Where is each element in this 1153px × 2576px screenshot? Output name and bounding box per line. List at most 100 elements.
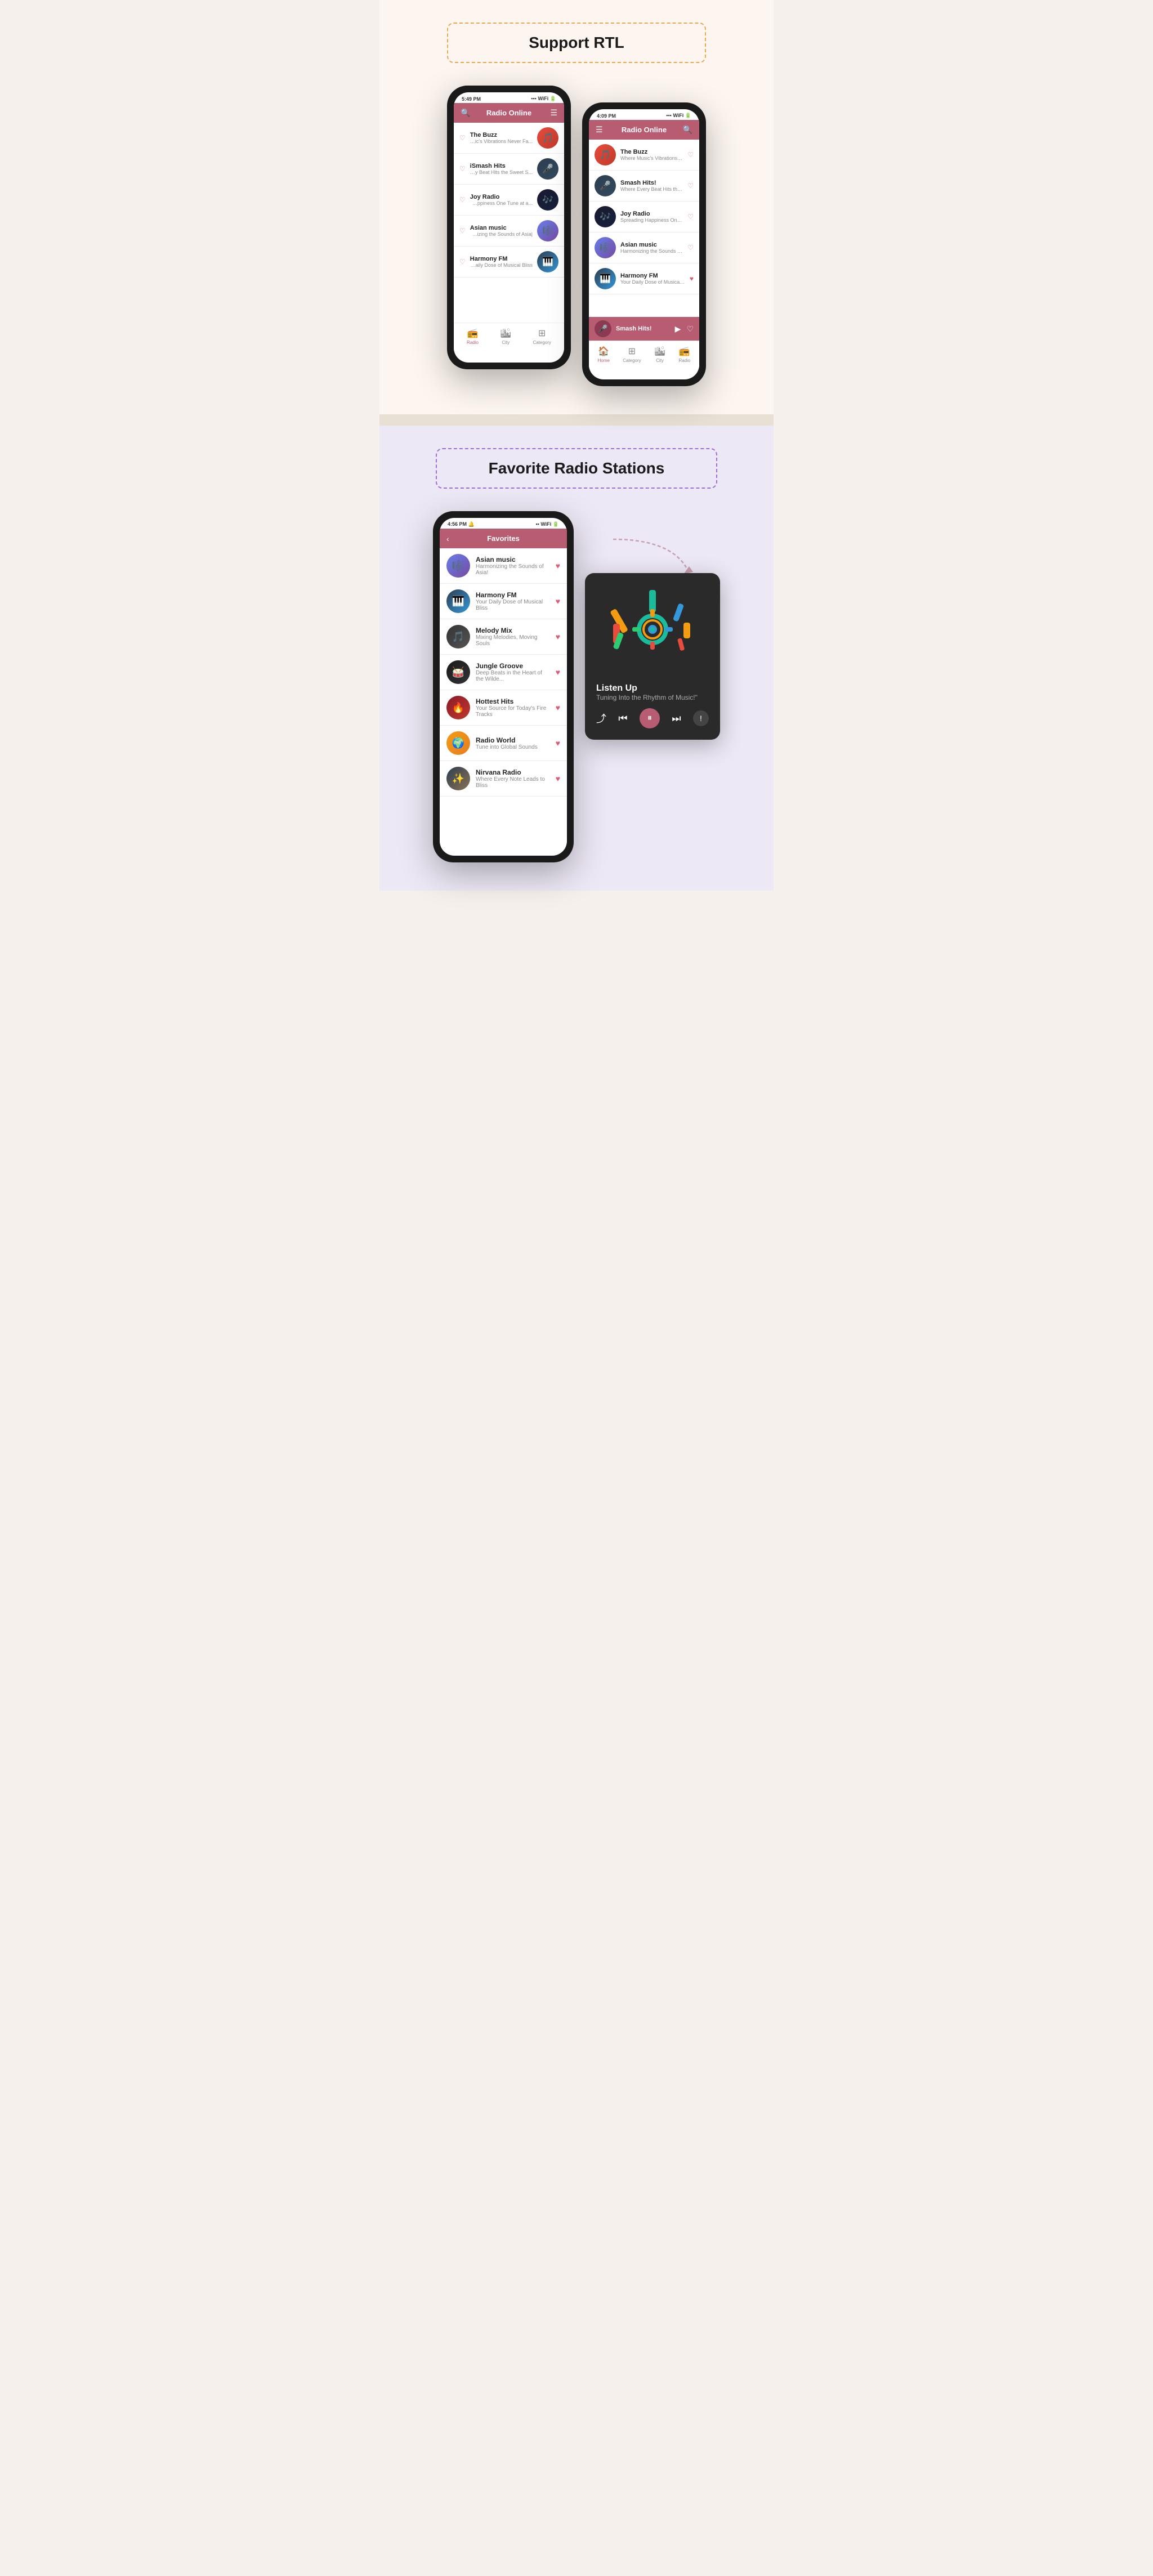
nav-category-2[interactable]: ⊞ Category [623, 346, 641, 363]
phones-container: 5:49 PM ▪▪▪ WiFi 🔋 🔍 Radio Online ☰ ♡ Th… [391, 86, 762, 386]
phone-2-header: ☰ Radio Online 🔍 [589, 120, 699, 140]
rtl-title-box: Support RTL [447, 23, 706, 63]
radio-nav-icon: 📻 [467, 328, 479, 339]
heart-icon[interactable]: ♥ [556, 703, 560, 712]
heart-icon[interactable]: ♡ [687, 151, 694, 159]
fav-item[interactable]: 🎹 Harmony FM Your Daily Dose of Musical … [440, 584, 567, 619]
avatar: 🎶 [595, 206, 616, 227]
fav-item[interactable]: ✨ Nirvana Radio Where Every Note Leads t… [440, 761, 567, 797]
signal-1: ▪▪▪ WiFi 🔋 [531, 96, 556, 102]
heart-icon[interactable]: ♡ [459, 134, 466, 142]
item-info: Harmony FM Your Daily Dose of Musical Bl… [470, 256, 533, 268]
fav-signal: ▪▪ WiFi 🔋 [535, 521, 559, 527]
nav-city-2[interactable]: 🏙 City [654, 346, 665, 363]
share-icon[interactable]: ⤴ [596, 711, 606, 726]
heart-icon[interactable]: ♡ [459, 165, 466, 173]
heart-icon[interactable]: ♥ [556, 561, 560, 570]
heart-icon[interactable]: ♡ [687, 182, 694, 190]
prev-icon[interactable]: ⏮ [618, 713, 627, 724]
menu-icon-2[interactable]: ☰ [596, 125, 603, 135]
nav-city[interactable]: 🏙 City [500, 328, 511, 345]
mini-player-controls: ▶ ♡ [675, 324, 694, 334]
heart-icon[interactable]: ♡ [687, 244, 694, 252]
list-item[interactable]: 🎵 The Buzz Where Music's Vibrations Neve… [589, 140, 699, 171]
mini-player[interactable]: 🎤 Smash Hits! ▶ ♡ [589, 317, 699, 341]
item-info: The Buzz Where Music's Vibrations Never … [620, 149, 683, 161]
next-icon[interactable]: ⏭ [672, 713, 681, 724]
nav-radio-2[interactable]: 📻 Radio [678, 346, 690, 363]
heart-filled-icon[interactable]: ♥ [690, 275, 694, 283]
fav-info: Harmony FM Your Daily Dose of Musical Bl… [476, 591, 550, 611]
heart-icon[interactable]: ♡ [459, 196, 466, 204]
heart-icon[interactable]: ♥ [556, 632, 560, 641]
city-nav-icon-2: 🏙 [654, 346, 665, 357]
list-item[interactable]: ♡ The Buzz ...Where Music's Vibrations N… [454, 123, 564, 154]
menu-icon[interactable]: ☰ [550, 108, 557, 118]
player-logo [607, 584, 698, 674]
back-icon[interactable]: ‹ [446, 534, 449, 543]
nav-category[interactable]: ⊞ Category [533, 328, 551, 345]
category-nav-icon: ⊞ [538, 328, 546, 339]
item-info: Asian music |Harmonizing the Sounds of A… [470, 225, 533, 237]
play-icon[interactable]: ▶ [675, 324, 681, 334]
player-track-name: Listen Up [596, 683, 709, 694]
phone-2-screen: 4:09 PM ▪▪▪ WiFi 🔋 ☰ Radio Online 🔍 🎵 Th… [589, 109, 699, 379]
player-section: Listen Up Tuning Into the Rhythm of Musi… [585, 511, 720, 740]
heart-icon[interactable]: ♡ [687, 213, 694, 221]
fav-info: Melody Mix Mixing Melodies, Moving Souls [476, 627, 550, 647]
list-item[interactable]: 🎹 Harmony FM Your Daily Dose of Musical … [589, 263, 699, 294]
list-item[interactable]: ♡ iSmash Hits ...Where Every Beat Hits t… [454, 154, 564, 185]
list-item[interactable]: ♡ Asian music |Harmonizing the Sounds of… [454, 216, 564, 247]
rtl-title: Support RTL [471, 34, 682, 52]
phone-1: 5:49 PM ▪▪▪ WiFi 🔋 🔍 Radio Online ☰ ♡ Th… [447, 86, 571, 369]
item-info: The Buzz ...Where Music's Vibrations Nev… [470, 132, 533, 144]
time-1: 5:49 PM [462, 96, 481, 102]
favorites-title: Favorite Radio Stations [459, 459, 694, 477]
favorites-phone-screen: 4:56 PM 🔔 ▪▪ WiFi 🔋 ‹ Favorites 🎼 Asian … [440, 518, 567, 856]
item-info: Harmony FM Your Daily Dose of Musical Bl… [620, 272, 685, 285]
avatar: 🎶 [537, 189, 558, 211]
heart-icon[interactable]: ♥ [556, 668, 560, 677]
category-nav-icon-2: ⊞ [628, 346, 636, 357]
fav-item[interactable]: 🌍 Radio World Tune into Global Sounds ♥ [440, 726, 567, 761]
favorites-list: 🎼 Asian music Harmonizing the Sounds of … [440, 548, 567, 797]
heart-icon[interactable]: ♥ [556, 774, 560, 783]
item-info: Joy Radio Spreading Happiness One Tune a… [620, 211, 683, 223]
list-item[interactable]: 🎤 Smash Hits! Where Every Beat Hits the … [589, 171, 699, 202]
heart-icon[interactable]: ♡ [459, 227, 466, 235]
heart-icon[interactable]: ♥ [556, 739, 560, 748]
phone-2-status: 4:09 PM ▪▪▪ WiFi 🔋 [589, 109, 699, 120]
heart-icon[interactable]: ♥ [556, 597, 560, 606]
avatar: 🎼 [595, 237, 616, 258]
fav-avatar: 🎹 [446, 589, 470, 613]
info-icon[interactable]: ! [693, 710, 709, 726]
fav-avatar: 🥁 [446, 660, 470, 684]
list-item[interactable]: 🎼 Asian music Harmonizing the Sounds of … [589, 232, 699, 263]
fav-item[interactable]: 🥁 Jungle Groove Deep Beats in the Heart … [440, 655, 567, 690]
fav-info: Hottest Hits Your Source for Today's Fir… [476, 697, 550, 718]
heart-icon[interactable]: ♡ [459, 258, 466, 266]
list-item[interactable]: ♡ Harmony FM Your Daily Dose of Musical … [454, 247, 564, 278]
nav-home[interactable]: 🏠 Home [598, 346, 610, 363]
search-icon[interactable]: 🔍 [461, 108, 470, 118]
list-item[interactable]: 🎶 Joy Radio Spreading Happiness One Tune… [589, 202, 699, 232]
favorites-header-title: Favorites [487, 534, 520, 543]
fav-avatar: 🌍 [446, 731, 470, 755]
fav-item[interactable]: 🎼 Asian music Harmonizing the Sounds of … [440, 548, 567, 584]
phone-1-screen: 5:49 PM ▪▪▪ WiFi 🔋 🔍 Radio Online ☰ ♡ Th… [454, 92, 564, 363]
time-2: 4:09 PM [597, 113, 616, 119]
home-nav-icon: 🏠 [598, 346, 609, 357]
list-item[interactable]: ♡ Joy Radio ...Spreading Happiness One T… [454, 185, 564, 216]
pause-button[interactable]: ⏸ [640, 708, 660, 728]
avatar: 🎵 [537, 127, 558, 149]
rtl-section: Support RTL 5:49 PM ▪▪▪ WiFi 🔋 🔍 Radio O… [379, 0, 774, 414]
nav-radio[interactable]: 📻 Radio [467, 328, 479, 345]
divider [379, 414, 774, 426]
fav-avatar: 🎵 [446, 625, 470, 649]
heart-mini-icon[interactable]: ♡ [686, 324, 694, 334]
fav-item[interactable]: 🎵 Melody Mix Mixing Melodies, Moving Sou… [440, 619, 567, 655]
fav-item[interactable]: 🔥 Hottest Hits Your Source for Today's F… [440, 690, 567, 726]
search-icon-2[interactable]: 🔍 [683, 125, 692, 135]
item-info: Asian music Harmonizing the Sounds of As… [620, 242, 683, 254]
bottom-nav: 📻 Radio 🏙 City ⊞ Category [454, 323, 564, 351]
